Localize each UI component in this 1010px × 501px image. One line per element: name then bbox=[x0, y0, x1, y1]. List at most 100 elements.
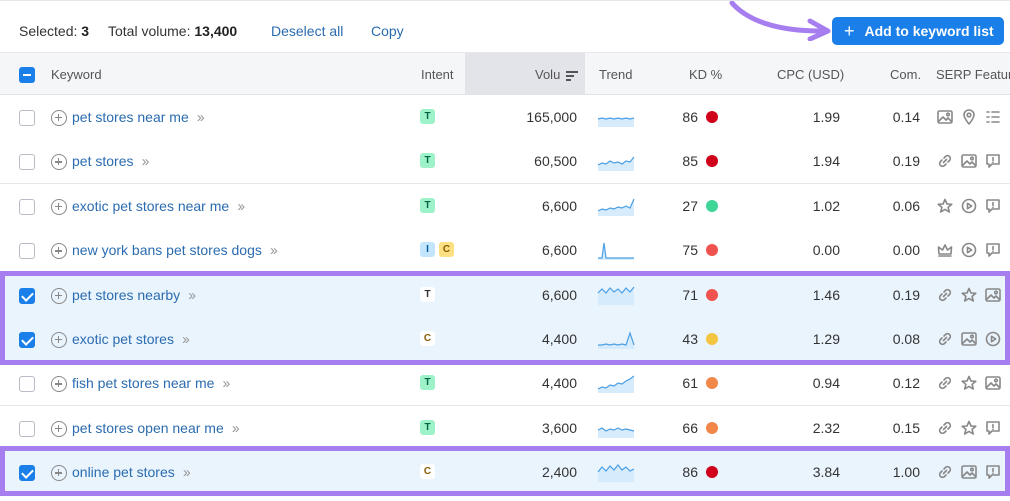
comment-icon[interactable] bbox=[984, 197, 1002, 215]
add-keyword-icon[interactable] bbox=[51, 110, 67, 126]
deselect-all-link[interactable]: Deselect all bbox=[271, 23, 343, 39]
select-all-checkbox[interactable] bbox=[19, 67, 35, 83]
keyword-link[interactable]: pet stores ›› bbox=[72, 153, 149, 170]
column-com[interactable]: Com. bbox=[890, 67, 921, 82]
add-keyword-icon[interactable] bbox=[51, 332, 67, 348]
column-keyword[interactable]: Keyword bbox=[51, 67, 102, 82]
chevron-right-icon[interactable]: ›› bbox=[188, 287, 196, 304]
star-icon[interactable] bbox=[936, 197, 954, 215]
add-keyword-icon[interactable] bbox=[51, 465, 67, 482]
keyword-link[interactable]: fish pet stores near me ›› bbox=[72, 375, 230, 392]
chevron-right-icon[interactable]: ›› bbox=[232, 420, 240, 437]
table-row[interactable]: pet stores open near me ›› T 3,600 66 2.3… bbox=[0, 405, 1010, 451]
row-checkbox[interactable] bbox=[19, 332, 35, 348]
intent-badge: T bbox=[420, 109, 435, 124]
table-row[interactable]: pet stores ›› T 60,500 85 1.94 0.19 bbox=[0, 139, 1010, 185]
add-keyword-icon[interactable] bbox=[51, 243, 67, 260]
kd-difficulty-dot bbox=[706, 333, 718, 345]
row-checkbox[interactable] bbox=[19, 243, 35, 260]
column-cpc[interactable]: CPC (USD) bbox=[777, 67, 844, 82]
competition-value: 0.08 bbox=[892, 331, 920, 347]
add-keyword-icon[interactable] bbox=[51, 376, 67, 393]
crown-icon[interactable] bbox=[936, 241, 954, 259]
column-serp[interactable]: SERP Feature bbox=[936, 67, 1010, 82]
intent-badge: C bbox=[420, 331, 435, 346]
keyword-link[interactable]: online pet stores ›› bbox=[72, 464, 191, 481]
image-icon[interactable] bbox=[960, 463, 978, 481]
comment-icon[interactable] bbox=[984, 241, 1002, 259]
add-to-keyword-list-button[interactable]: + Add to keyword list bbox=[832, 17, 1004, 45]
trend-sparkline bbox=[597, 427, 635, 438]
image-icon[interactable] bbox=[960, 152, 978, 170]
row-checkbox[interactable] bbox=[19, 465, 35, 482]
intent-badge: T bbox=[420, 375, 435, 391]
star-icon[interactable] bbox=[960, 374, 978, 392]
link-icon[interactable] bbox=[936, 286, 954, 304]
row-checkbox[interactable] bbox=[19, 287, 35, 304]
chevron-right-icon[interactable]: ›› bbox=[183, 464, 191, 481]
comment-icon[interactable] bbox=[984, 419, 1002, 437]
play-icon[interactable] bbox=[984, 330, 1002, 348]
row-checkbox[interactable] bbox=[19, 198, 35, 215]
table-row[interactable]: fish pet stores near me ›› T 4,400 61 0.9… bbox=[0, 361, 1010, 407]
link-icon[interactable] bbox=[936, 330, 954, 348]
chevron-right-icon[interactable]: ›› bbox=[237, 198, 245, 215]
keyword-link[interactable]: pet stores open near me ›› bbox=[72, 420, 240, 437]
column-kd[interactable]: KD % bbox=[689, 67, 722, 82]
intent-badge: T bbox=[420, 197, 435, 213]
keyword-link[interactable]: pet stores nearby ›› bbox=[72, 287, 196, 304]
table-row[interactable]: exotic pet stores near me ›› T 6,600 27 1… bbox=[0, 183, 1010, 229]
column-trend[interactable]: Trend bbox=[599, 67, 632, 82]
list-icon[interactable] bbox=[984, 108, 1002, 126]
link-icon[interactable] bbox=[936, 152, 954, 170]
table-row[interactable]: new york bans pet stores dogs ›› IC 6,600… bbox=[0, 228, 1010, 274]
volume-value: 60,500 bbox=[534, 153, 577, 170]
table-row[interactable]: pet stores near me ›› T 165,000 86 1.99 0… bbox=[0, 95, 1010, 140]
intent-badge: I bbox=[420, 242, 435, 258]
keyword-link[interactable]: new york bans pet stores dogs ›› bbox=[72, 242, 278, 259]
intent-badges: C bbox=[420, 331, 435, 346]
chevron-right-icon[interactable]: ›› bbox=[222, 375, 230, 392]
star-icon[interactable] bbox=[960, 419, 978, 437]
competition-value: 0.12 bbox=[892, 375, 920, 392]
copy-link[interactable]: Copy bbox=[371, 23, 404, 39]
table-row[interactable]: exotic pet stores ›› C 4,400 43 1.29 0.08 bbox=[0, 317, 1010, 362]
pin-icon[interactable] bbox=[960, 108, 978, 126]
image-icon[interactable] bbox=[936, 108, 954, 126]
row-checkbox[interactable] bbox=[19, 420, 35, 437]
add-keyword-icon[interactable] bbox=[51, 154, 67, 171]
intent-badge: C bbox=[439, 242, 454, 258]
image-icon[interactable] bbox=[960, 330, 978, 348]
table-row[interactable]: pet stores nearby ›› T 6,600 71 1.46 0.19 bbox=[0, 272, 1010, 318]
row-checkbox[interactable] bbox=[19, 110, 35, 126]
column-volume[interactable]: Volu bbox=[535, 67, 578, 82]
comment-icon[interactable] bbox=[984, 463, 1002, 481]
table-row[interactable]: online pet stores ›› C 2,400 86 3.84 1.00 bbox=[0, 450, 1010, 496]
cpc-value: 1.02 bbox=[812, 197, 840, 214]
add-keyword-icon[interactable] bbox=[51, 287, 67, 304]
play-icon[interactable] bbox=[960, 241, 978, 259]
chevron-right-icon[interactable]: ›› bbox=[270, 242, 278, 259]
chevron-right-icon[interactable]: ›› bbox=[141, 153, 149, 170]
add-keyword-icon[interactable] bbox=[51, 420, 67, 437]
link-icon[interactable] bbox=[936, 419, 954, 437]
row-checkbox[interactable] bbox=[19, 154, 35, 171]
chevron-right-icon[interactable]: ›› bbox=[197, 109, 205, 126]
keyword-link[interactable]: pet stores near me ›› bbox=[72, 109, 205, 126]
comment-icon[interactable] bbox=[984, 152, 1002, 170]
intent-badges: T bbox=[420, 419, 435, 435]
link-icon[interactable] bbox=[936, 374, 954, 392]
row-checkbox[interactable] bbox=[19, 376, 35, 393]
intent-badge: T bbox=[420, 286, 435, 302]
image-icon[interactable] bbox=[984, 374, 1002, 392]
link-icon[interactable] bbox=[936, 463, 954, 481]
column-intent[interactable]: Intent bbox=[421, 67, 454, 82]
play-icon[interactable] bbox=[960, 197, 978, 215]
cpc-value: 1.29 bbox=[812, 331, 840, 347]
star-icon[interactable] bbox=[960, 286, 978, 304]
add-keyword-icon[interactable] bbox=[51, 198, 67, 215]
chevron-right-icon[interactable]: ›› bbox=[182, 331, 190, 348]
keyword-link[interactable]: exotic pet stores near me ›› bbox=[72, 198, 245, 215]
image-icon[interactable] bbox=[984, 286, 1002, 304]
keyword-link[interactable]: exotic pet stores ›› bbox=[72, 331, 190, 348]
